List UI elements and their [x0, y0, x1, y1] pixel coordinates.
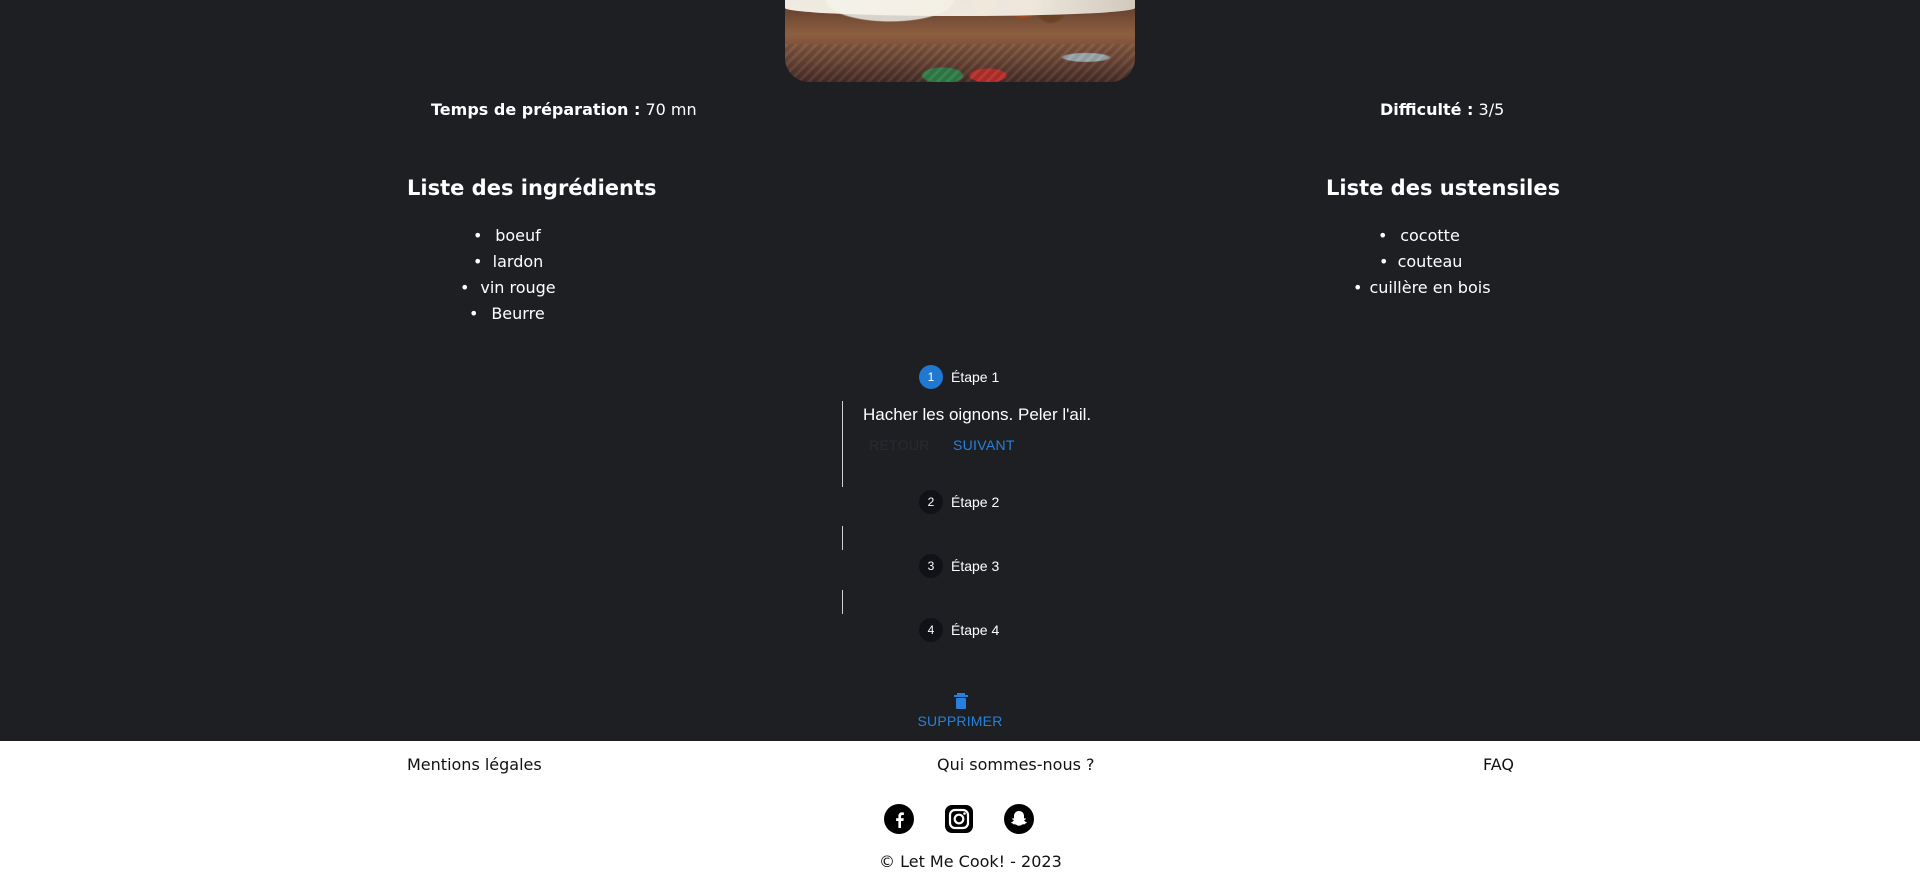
step-1-connector: [842, 401, 843, 487]
ustensiles-title: Liste des ustensiles: [1326, 176, 1561, 200]
delete-action[interactable]: SUPPRIMER: [910, 690, 1010, 730]
step-3-connector: [842, 590, 843, 614]
step-3[interactable]: 3 Étape 3: [830, 554, 1110, 594]
ustensiles-list: cocotte couteau cuillère en bois: [1333, 223, 1527, 301]
step-2-label: Étape 2: [951, 494, 1000, 510]
step-1-label: Étape 1: [951, 369, 1000, 385]
trash-icon: [954, 693, 968, 709]
step-4[interactable]: 4 Étape 4: [830, 618, 1110, 658]
back-button[interactable]: RETOUR: [869, 435, 930, 455]
preparation-time-value: 70 mn: [645, 100, 697, 119]
snapchat-icon[interactable]: [1004, 804, 1034, 834]
step-3-indicator: 3: [919, 554, 943, 578]
recipe-stepper: 1 Étape 1 Hacher les oignons. Peler l'ai…: [830, 365, 1110, 655]
ustensile-item: cocotte: [1333, 223, 1527, 249]
next-button[interactable]: SUIVANT: [953, 435, 1015, 455]
site-footer: Mentions légales Qui sommes-nous ? FAQ ©…: [0, 741, 1920, 872]
facebook-icon[interactable]: [884, 804, 914, 834]
step-2[interactable]: 2 Étape 2: [830, 490, 1110, 530]
step-1-text: Hacher les oignons. Peler l'ail.: [863, 405, 1092, 424]
faq-link[interactable]: FAQ: [1483, 755, 1514, 775]
ustensile-item: couteau: [1333, 249, 1527, 275]
step-4-indicator: 4: [919, 618, 943, 642]
ustensile-item: cuillère en bois: [1333, 275, 1527, 301]
ingredients-list: boeuf lardon vin rouge Beurre: [435, 223, 601, 327]
legal-link[interactable]: Mentions légales: [407, 755, 542, 775]
step-1-content: Hacher les oignons. Peler l'ail. RETOUR …: [863, 403, 1103, 453]
step-3-label: Étape 3: [951, 558, 1000, 574]
step-navigation: RETOUR SUIVANT: [863, 435, 1063, 459]
step-1[interactable]: 1 Étape 1: [830, 365, 1110, 405]
preparation-time: Temps de préparation : 70 mn: [431, 100, 697, 120]
about-link[interactable]: Qui sommes-nous ?: [937, 755, 1095, 775]
step-2-indicator: 2: [919, 490, 943, 514]
ingredients-title: Liste des ingrédients: [407, 176, 657, 200]
preparation-time-label: Temps de préparation :: [431, 100, 641, 119]
recipe-image: [785, 0, 1135, 82]
difficulty-value: 3/5: [1478, 100, 1505, 119]
delete-button[interactable]: SUPPRIMER: [916, 712, 1004, 730]
difficulty: Difficulté : 3/5: [1380, 100, 1504, 120]
ingredient-item: Beurre: [435, 301, 601, 327]
step-4-label: Étape 4: [951, 622, 1000, 638]
ingredient-item: lardon: [435, 249, 601, 275]
step-2-connector: [842, 526, 843, 550]
copyright-text: © Let Me Cook! - 2023: [879, 852, 1062, 871]
step-1-indicator: 1: [919, 365, 943, 389]
difficulty-label: Difficulté :: [1380, 100, 1474, 119]
instagram-icon[interactable]: [944, 804, 974, 834]
ingredient-item: boeuf: [435, 223, 601, 249]
ingredient-item: vin rouge: [435, 275, 601, 301]
